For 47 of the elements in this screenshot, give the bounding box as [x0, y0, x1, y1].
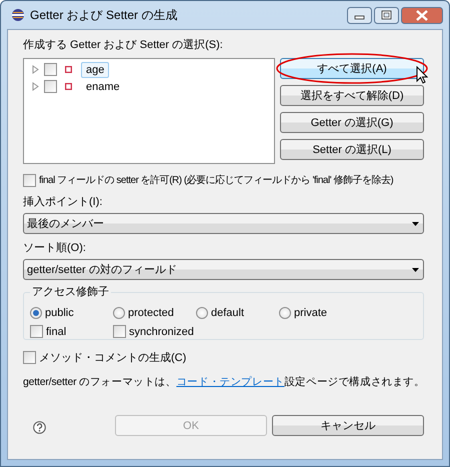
radio-button[interactable]: [113, 306, 125, 318]
field-icon: [65, 83, 72, 90]
globe-icon: [11, 8, 25, 22]
cancel-button[interactable]: キャンセル: [272, 415, 424, 436]
radio-button[interactable]: [196, 306, 208, 318]
insertion-point-value: 最後のメンバー: [27, 217, 104, 231]
sort-order-value: getter/setter の対のフィールド: [27, 262, 177, 277]
checkbox-label: synchronized: [129, 326, 194, 338]
checkbox[interactable]: [23, 350, 36, 364]
format-note: getter/setter のフォーマットは、コード・テンプレート 設定ページで構成されます。: [23, 375, 425, 390]
field-name[interactable]: ename: [81, 78, 125, 94]
cursor-icon: [416, 66, 428, 84]
deselect-all-button[interactable]: 選択をすべて解除(D): [280, 85, 424, 106]
help-icon[interactable]: [33, 421, 46, 434]
insertion-point-label: 挿入ポイント(I):: [23, 195, 104, 210]
fields-label: 作成する Getter および Setter の選択(S):: [23, 38, 224, 53]
field-list[interactable]: age ename: [23, 58, 275, 164]
radio-button[interactable]: [279, 306, 291, 318]
radio-label: protected: [128, 306, 174, 318]
radio-label: private: [294, 306, 328, 318]
window-title: Getter および Setter の生成: [30, 6, 178, 24]
checkbox-label: final フィールドの setter を許可(R) (必要に応じてフィールドから 'final' 修飾子を除去): [39, 174, 394, 187]
radio-button[interactable]: [30, 306, 42, 318]
checkbox[interactable]: [113, 325, 126, 338]
checkbox[interactable]: [23, 174, 36, 186]
minimize-icon[interactable]: [347, 6, 372, 24]
dropdown-arrow-icon: [412, 222, 419, 226]
checkbox-label: final: [46, 326, 66, 338]
radio-label: default: [211, 306, 244, 318]
checkbox[interactable]: [44, 63, 57, 76]
maximize-icon[interactable]: [374, 6, 399, 24]
select-getters-button[interactable]: Getter の選択(G): [280, 112, 424, 133]
dropdown-arrow-icon: [412, 268, 419, 272]
checkbox-label: メソッド・コメントの生成(C): [39, 350, 186, 364]
field-name[interactable]: age: [81, 62, 110, 78]
radio-label: public: [45, 306, 74, 318]
select-all-button[interactable]: すべて選択(A): [280, 58, 424, 79]
close-icon[interactable]: [401, 6, 443, 24]
insertion-point-dropdown[interactable]: 最後のメンバー: [23, 213, 424, 234]
checkbox[interactable]: [30, 325, 43, 338]
select-setters-button[interactable]: Setter の選択(L): [280, 139, 424, 160]
field-icon: [65, 66, 72, 73]
group-title: アクセス修飾子: [30, 285, 111, 299]
sort-order-dropdown[interactable]: getter/setter の対のフィールド: [23, 259, 424, 280]
sort-order-label: ソート順(O):: [23, 241, 87, 256]
template-link[interactable]: コード・テンプレート: [176, 376, 284, 388]
checkbox[interactable]: [44, 80, 57, 93]
